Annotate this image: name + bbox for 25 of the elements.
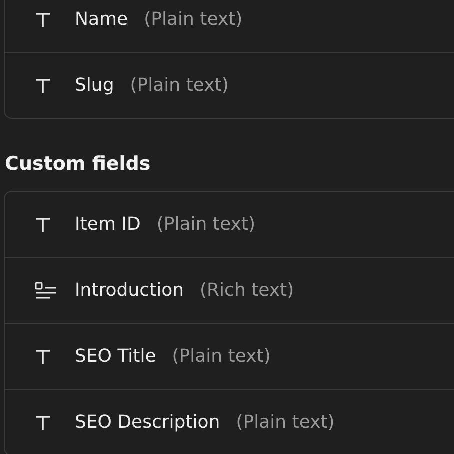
field-name: Slug (75, 75, 114, 96)
field-type: (Rich text) (200, 280, 294, 301)
field-row[interactable]: Introduction (Rich text) (5, 257, 454, 323)
field-type: (Plain text) (156, 214, 256, 235)
section-heading: Custom fields (4, 152, 152, 177)
text-icon (35, 348, 51, 364)
text-icon (35, 12, 51, 28)
paragraph-icon (35, 282, 57, 300)
field-name: SEO Title (75, 346, 156, 367)
field-row[interactable]: Name (Plain text) (5, 0, 454, 52)
text-icon (35, 78, 51, 94)
field-row[interactable]: Slug (Plain text) (5, 52, 454, 118)
field-type: (Plain text) (130, 75, 229, 96)
field-row[interactable]: Item ID (Plain text) (5, 192, 454, 257)
field-type: (Plain text) (236, 412, 335, 433)
field-name: SEO Description (75, 412, 220, 433)
field-name: Introduction (75, 280, 184, 301)
field-name: Item ID (75, 214, 141, 235)
field-name: Name (75, 9, 128, 30)
field-row[interactable]: SEO Title (Plain text) (5, 323, 454, 389)
field-type: (Plain text) (172, 346, 271, 367)
text-icon (35, 414, 51, 430)
field-type: (Plain text) (144, 9, 243, 30)
text-icon (35, 216, 51, 232)
field-row[interactable]: SEO Description (Plain text) (5, 389, 454, 454)
